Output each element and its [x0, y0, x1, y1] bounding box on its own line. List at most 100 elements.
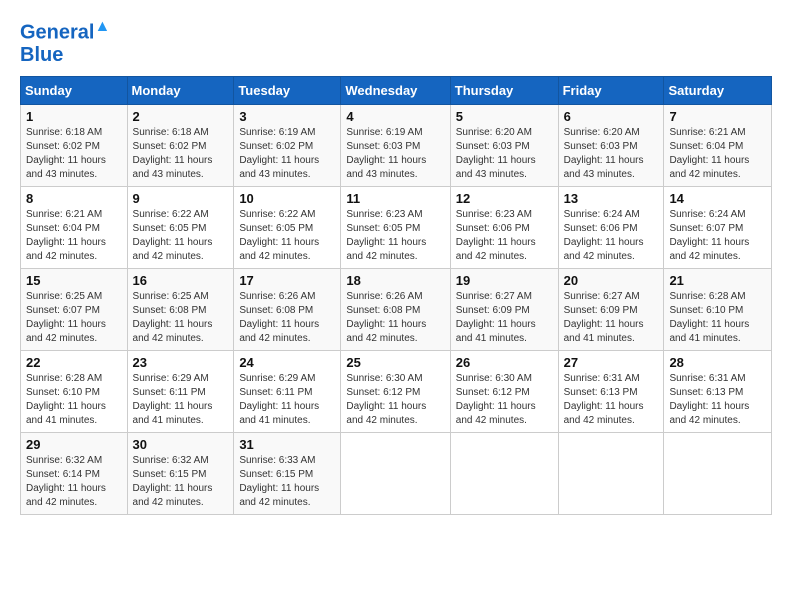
day-number: 8 — [26, 191, 122, 206]
day-cell: 18 Sunrise: 6:26 AMSunset: 6:08 PMDaylig… — [341, 268, 450, 350]
day-cell: 25 Sunrise: 6:30 AMSunset: 6:12 PMDaylig… — [341, 350, 450, 432]
day-info: Sunrise: 6:22 AMSunset: 6:05 PMDaylight:… — [133, 208, 229, 264]
day-info: Sunrise: 6:23 AMSunset: 6:05 PMDaylight:… — [346, 208, 444, 264]
calendar-table: SundayMondayTuesdayWednesdayThursdayFrid… — [20, 76, 772, 515]
logo: General▲ Blue — [20, 18, 110, 66]
day-number: 22 — [26, 355, 122, 370]
header-cell-saturday: Saturday — [664, 76, 772, 104]
day-number: 6 — [564, 109, 659, 124]
logo-general: General — [20, 22, 94, 44]
day-number: 3 — [239, 109, 335, 124]
day-cell: 4 Sunrise: 6:19 AMSunset: 6:03 PMDayligh… — [341, 104, 450, 186]
day-info: Sunrise: 6:31 AMSunset: 6:13 PMDaylight:… — [669, 372, 766, 428]
day-number: 4 — [346, 109, 444, 124]
header-cell-thursday: Thursday — [450, 76, 558, 104]
header-cell-sunday: Sunday — [21, 76, 128, 104]
day-cell: 1 Sunrise: 6:18 AMSunset: 6:02 PMDayligh… — [21, 104, 128, 186]
day-number: 27 — [564, 355, 659, 370]
day-cell: 3 Sunrise: 6:19 AMSunset: 6:02 PMDayligh… — [234, 104, 341, 186]
day-number: 5 — [456, 109, 553, 124]
day-cell: 13 Sunrise: 6:24 AMSunset: 6:06 PMDaylig… — [558, 186, 664, 268]
day-cell: 15 Sunrise: 6:25 AMSunset: 6:07 PMDaylig… — [21, 268, 128, 350]
day-cell — [558, 432, 664, 514]
day-cell: 10 Sunrise: 6:22 AMSunset: 6:05 PMDaylig… — [234, 186, 341, 268]
day-cell: 16 Sunrise: 6:25 AMSunset: 6:08 PMDaylig… — [127, 268, 234, 350]
day-cell: 11 Sunrise: 6:23 AMSunset: 6:05 PMDaylig… — [341, 186, 450, 268]
day-cell: 30 Sunrise: 6:32 AMSunset: 6:15 PMDaylig… — [127, 432, 234, 514]
week-row-3: 15 Sunrise: 6:25 AMSunset: 6:07 PMDaylig… — [21, 268, 772, 350]
day-cell: 31 Sunrise: 6:33 AMSunset: 6:15 PMDaylig… — [234, 432, 341, 514]
day-info: Sunrise: 6:24 AMSunset: 6:06 PMDaylight:… — [564, 208, 659, 264]
calendar-header-row: SundayMondayTuesdayWednesdayThursdayFrid… — [21, 76, 772, 104]
day-number: 18 — [346, 273, 444, 288]
day-info: Sunrise: 6:19 AMSunset: 6:03 PMDaylight:… — [346, 126, 444, 182]
logo-blue: Blue — [20, 44, 110, 66]
header-cell-wednesday: Wednesday — [341, 76, 450, 104]
day-info: Sunrise: 6:30 AMSunset: 6:12 PMDaylight:… — [346, 372, 444, 428]
day-number: 21 — [669, 273, 766, 288]
day-info: Sunrise: 6:23 AMSunset: 6:06 PMDaylight:… — [456, 208, 553, 264]
day-number: 28 — [669, 355, 766, 370]
day-cell: 20 Sunrise: 6:27 AMSunset: 6:09 PMDaylig… — [558, 268, 664, 350]
day-number: 16 — [133, 273, 229, 288]
day-number: 26 — [456, 355, 553, 370]
week-row-1: 1 Sunrise: 6:18 AMSunset: 6:02 PMDayligh… — [21, 104, 772, 186]
day-info: Sunrise: 6:31 AMSunset: 6:13 PMDaylight:… — [564, 372, 659, 428]
day-number: 13 — [564, 191, 659, 206]
day-cell: 21 Sunrise: 6:28 AMSunset: 6:10 PMDaylig… — [664, 268, 772, 350]
day-cell — [664, 432, 772, 514]
day-cell: 12 Sunrise: 6:23 AMSunset: 6:06 PMDaylig… — [450, 186, 558, 268]
day-info: Sunrise: 6:30 AMSunset: 6:12 PMDaylight:… — [456, 372, 553, 428]
day-cell: 23 Sunrise: 6:29 AMSunset: 6:11 PMDaylig… — [127, 350, 234, 432]
day-cell: 29 Sunrise: 6:32 AMSunset: 6:14 PMDaylig… — [21, 432, 128, 514]
page: General▲ Blue SundayMondayTuesdayWednesd… — [0, 0, 792, 525]
day-number: 14 — [669, 191, 766, 206]
day-info: Sunrise: 6:20 AMSunset: 6:03 PMDaylight:… — [564, 126, 659, 182]
day-number: 1 — [26, 109, 122, 124]
day-cell: 7 Sunrise: 6:21 AMSunset: 6:04 PMDayligh… — [664, 104, 772, 186]
day-info: Sunrise: 6:26 AMSunset: 6:08 PMDaylight:… — [346, 290, 444, 346]
day-info: Sunrise: 6:32 AMSunset: 6:14 PMDaylight:… — [26, 454, 122, 510]
day-cell: 2 Sunrise: 6:18 AMSunset: 6:02 PMDayligh… — [127, 104, 234, 186]
day-number: 2 — [133, 109, 229, 124]
week-row-4: 22 Sunrise: 6:28 AMSunset: 6:10 PMDaylig… — [21, 350, 772, 432]
day-info: Sunrise: 6:27 AMSunset: 6:09 PMDaylight:… — [456, 290, 553, 346]
day-number: 9 — [133, 191, 229, 206]
day-number: 12 — [456, 191, 553, 206]
week-row-2: 8 Sunrise: 6:21 AMSunset: 6:04 PMDayligh… — [21, 186, 772, 268]
day-number: 29 — [26, 437, 122, 452]
day-cell — [341, 432, 450, 514]
day-info: Sunrise: 6:25 AMSunset: 6:07 PMDaylight:… — [26, 290, 122, 346]
day-info: Sunrise: 6:21 AMSunset: 6:04 PMDaylight:… — [669, 126, 766, 182]
day-cell: 26 Sunrise: 6:30 AMSunset: 6:12 PMDaylig… — [450, 350, 558, 432]
day-info: Sunrise: 6:28 AMSunset: 6:10 PMDaylight:… — [26, 372, 122, 428]
day-info: Sunrise: 6:29 AMSunset: 6:11 PMDaylight:… — [239, 372, 335, 428]
day-number: 15 — [26, 273, 122, 288]
day-cell: 5 Sunrise: 6:20 AMSunset: 6:03 PMDayligh… — [450, 104, 558, 186]
day-cell: 27 Sunrise: 6:31 AMSunset: 6:13 PMDaylig… — [558, 350, 664, 432]
day-number: 23 — [133, 355, 229, 370]
day-number: 24 — [239, 355, 335, 370]
day-info: Sunrise: 6:29 AMSunset: 6:11 PMDaylight:… — [133, 372, 229, 428]
day-cell: 28 Sunrise: 6:31 AMSunset: 6:13 PMDaylig… — [664, 350, 772, 432]
day-info: Sunrise: 6:21 AMSunset: 6:04 PMDaylight:… — [26, 208, 122, 264]
header-cell-friday: Friday — [558, 76, 664, 104]
day-cell: 17 Sunrise: 6:26 AMSunset: 6:08 PMDaylig… — [234, 268, 341, 350]
day-number: 11 — [346, 191, 444, 206]
day-cell: 19 Sunrise: 6:27 AMSunset: 6:09 PMDaylig… — [450, 268, 558, 350]
day-info: Sunrise: 6:26 AMSunset: 6:08 PMDaylight:… — [239, 290, 335, 346]
day-cell: 22 Sunrise: 6:28 AMSunset: 6:10 PMDaylig… — [21, 350, 128, 432]
header-cell-tuesday: Tuesday — [234, 76, 341, 104]
day-cell: 9 Sunrise: 6:22 AMSunset: 6:05 PMDayligh… — [127, 186, 234, 268]
day-number: 25 — [346, 355, 444, 370]
day-info: Sunrise: 6:24 AMSunset: 6:07 PMDaylight:… — [669, 208, 766, 264]
day-cell: 24 Sunrise: 6:29 AMSunset: 6:11 PMDaylig… — [234, 350, 341, 432]
day-info: Sunrise: 6:25 AMSunset: 6:08 PMDaylight:… — [133, 290, 229, 346]
day-info: Sunrise: 6:20 AMSunset: 6:03 PMDaylight:… — [456, 126, 553, 182]
day-info: Sunrise: 6:32 AMSunset: 6:15 PMDaylight:… — [133, 454, 229, 510]
header-cell-monday: Monday — [127, 76, 234, 104]
day-number: 10 — [239, 191, 335, 206]
day-cell: 6 Sunrise: 6:20 AMSunset: 6:03 PMDayligh… — [558, 104, 664, 186]
header: General▲ Blue — [20, 18, 772, 66]
day-info: Sunrise: 6:27 AMSunset: 6:09 PMDaylight:… — [564, 290, 659, 346]
